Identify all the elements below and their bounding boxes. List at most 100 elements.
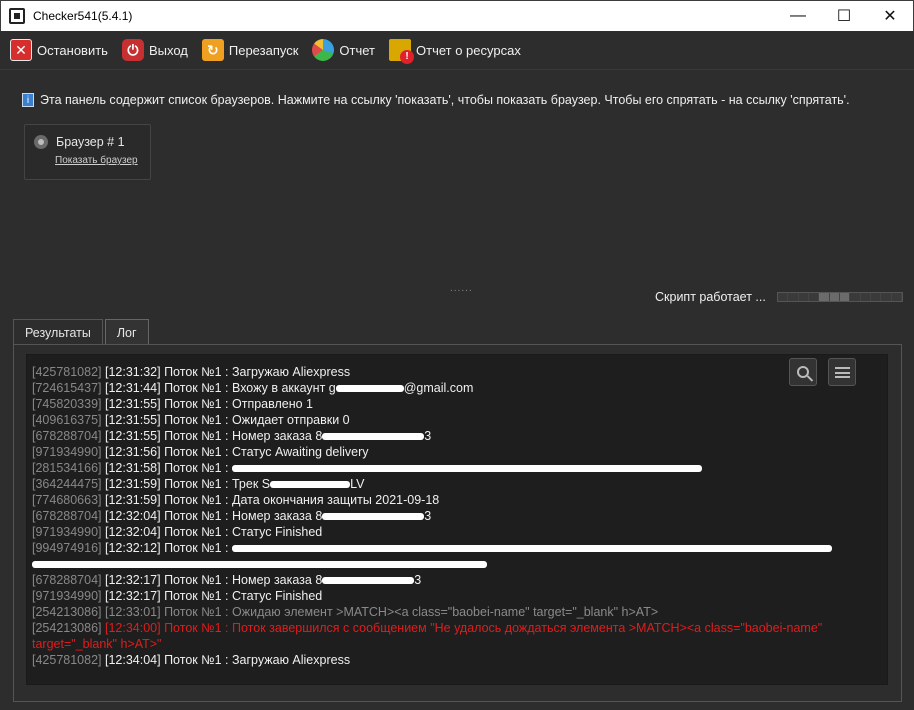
log-line: [774680663] [12:31:59] Поток №1 : Дата о… xyxy=(32,492,882,508)
progress-segment xyxy=(891,293,902,301)
script-progress-indicator xyxy=(777,292,903,302)
tab-results[interactable]: Результаты xyxy=(13,319,103,345)
log-line-text: [12:32:04] Поток №1 : Номер заказа 8 xyxy=(105,509,323,523)
panel-info: i Эта панель содержит список браузеров. … xyxy=(22,93,850,107)
tab-log[interactable]: Лог xyxy=(104,319,149,346)
log-line: [678288704] [12:32:17] Поток №1 : Номер … xyxy=(32,572,882,588)
restart-icon: ↻ xyxy=(201,39,224,61)
window-title: Checker541(5.4.1) xyxy=(33,9,133,23)
log-line-text: [12:32:04] Поток №1 : Статус Finished xyxy=(105,525,323,539)
log-line-text: [12:32:12] Поток №1 : xyxy=(105,541,232,555)
log-line-text: [12:31:59] Поток №1 : Дата окончания защ… xyxy=(105,493,440,507)
progress-segment xyxy=(819,293,830,301)
log-line-id: [425781082] xyxy=(32,653,105,667)
log-line-id: [678288704] xyxy=(32,429,105,443)
browser-card: Браузер # 1 Показать браузер xyxy=(24,124,151,180)
browser-name: Браузер # 1 xyxy=(56,135,125,149)
log-line-text: [12:31:55] Поток №1 : Номер заказа 8 xyxy=(105,429,323,443)
log-line-id: [254213086] xyxy=(32,605,105,619)
log-line-id: [971934990] xyxy=(32,589,105,603)
app-icon xyxy=(9,8,25,24)
log-line: [254213086] [12:33:01] Поток №1 : Ожидаю… xyxy=(32,604,882,620)
report-label: Отчет xyxy=(339,42,375,58)
log-line-tail: 3 xyxy=(414,573,422,587)
log-line: [425781082] [12:31:32] Поток №1 : Загруж… xyxy=(32,364,882,380)
show-browser-link[interactable]: Показать браузер xyxy=(55,155,150,166)
log-line: [281534166] [12:31:58] Поток №1 : xyxy=(32,460,882,476)
title-bar: Checker541(5.4.1) — ☐ ✕ xyxy=(0,0,914,31)
minimize-button[interactable]: — xyxy=(775,1,821,31)
log-line: [971934990] [12:32:04] Поток №1 : Статус… xyxy=(32,524,882,540)
stop-button[interactable]: ✕ Остановить xyxy=(10,39,108,61)
exit-label: Выход xyxy=(148,42,188,58)
warning-dot: ! xyxy=(400,50,414,64)
report-button[interactable]: Отчет xyxy=(312,39,375,61)
log-line: [724615437] [12:31:44] Поток №1 : Вхожу … xyxy=(32,380,882,396)
log-line-id: [364244475] xyxy=(32,477,105,491)
tab-bar: Результаты Лог xyxy=(13,319,151,346)
log-line-id: [678288704] xyxy=(32,573,105,587)
log-line: [745820339] [12:31:55] Поток №1 : Отправ… xyxy=(32,396,882,412)
log-search-button[interactable] xyxy=(789,358,817,386)
stop-label: Остановить xyxy=(37,42,108,58)
splitter-handle[interactable]: ...... xyxy=(450,283,473,294)
log-line: [971934990] [12:32:17] Поток №1 : Статус… xyxy=(32,588,882,604)
log-line-id: [281534166] xyxy=(32,461,105,475)
hamburger-menu-icon xyxy=(834,366,850,378)
search-icon xyxy=(797,366,809,378)
redaction xyxy=(232,545,832,553)
log-line-text: [12:31:55] Поток №1 : Ожидает отправки 0 xyxy=(105,413,350,427)
browser-icon xyxy=(34,135,48,149)
progress-segment xyxy=(860,293,871,301)
log-line-text: [12:32:17] Поток №1 : Статус Finished xyxy=(105,589,323,603)
close-button[interactable]: ✕ xyxy=(867,1,913,31)
resources-report-label: Отчет о ресурсах xyxy=(416,42,521,58)
log-line-text: [12:32:17] Поток №1 : Номер заказа 8 xyxy=(105,573,323,587)
log-line-id: [425781082] xyxy=(32,365,105,379)
log-line: [425781082] [12:34:04] Поток №1 : Загруж… xyxy=(32,652,882,668)
toolbar: ✕ Остановить ⏻ Выход ↻ Перезапуск Отчет … xyxy=(0,31,914,70)
log-line-text: [12:31:56] Поток №1 : Статус Awaiting de… xyxy=(105,445,369,459)
redaction xyxy=(270,481,351,489)
progress-segment xyxy=(839,293,851,301)
restart-button[interactable]: ↻ Перезапуск xyxy=(201,39,299,61)
log-line-id: [409616375] xyxy=(32,413,105,427)
power-icon: ⏻ xyxy=(121,39,144,61)
progress-segment xyxy=(798,293,809,301)
log-line-text: [12:31:58] Поток №1 : xyxy=(105,461,232,475)
log-line-text: [12:31:32] Поток №1 : Загружаю Aliexpres… xyxy=(105,365,351,379)
progress-segment xyxy=(778,293,789,301)
log-line-tail: @gmail.com xyxy=(403,381,474,395)
panel-info-text: Эта панель содержит список браузеров. На… xyxy=(40,93,850,107)
log-line-id: [971934990] xyxy=(32,525,105,539)
stop-icon: ✕ xyxy=(10,39,32,61)
redaction xyxy=(322,433,425,441)
resources-warning-icon: ! xyxy=(389,39,414,64)
window-controls: — ☐ ✕ xyxy=(775,1,913,31)
log-panel: [425781082] [12:31:32] Поток №1 : Загруж… xyxy=(13,344,902,702)
log-line-text: [12:31:44] Поток №1 : Вхожу в аккаунт g xyxy=(105,381,336,395)
redaction xyxy=(32,561,487,569)
progress-segment xyxy=(808,293,820,301)
info-icon: i xyxy=(22,93,34,107)
log-line-id: [254213086] xyxy=(32,621,105,635)
log-output[interactable]: [425781082] [12:31:32] Поток №1 : Загруж… xyxy=(26,354,888,685)
maximize-button[interactable]: ☐ xyxy=(821,1,867,31)
redaction xyxy=(232,465,702,473)
log-line-tail: 3 xyxy=(424,429,432,443)
log-line-id: [724615437] xyxy=(32,381,105,395)
log-line: [678288704] [12:32:04] Поток №1 : Номер … xyxy=(32,508,882,524)
progress-segment xyxy=(881,293,892,301)
restart-label: Перезапуск xyxy=(228,42,299,58)
log-menu-button[interactable] xyxy=(828,358,856,386)
log-line-id: [745820339] xyxy=(32,397,105,411)
log-line: [678288704] [12:31:55] Поток №1 : Номер … xyxy=(32,428,882,444)
resources-report-button[interactable]: ! Отчет о ресурсах xyxy=(389,39,521,64)
exit-button[interactable]: ⏻ Выход xyxy=(121,39,188,61)
log-line-text: [12:34:00] Поток №1 : Поток завершился с… xyxy=(32,621,823,651)
log-line: [364244475] [12:31:59] Поток №1 : Трек S… xyxy=(32,476,882,492)
redaction xyxy=(335,385,404,393)
progress-segment xyxy=(850,293,861,301)
log-line-text: [12:31:59] Поток №1 : Трек S xyxy=(105,477,271,491)
log-line-text: [12:34:04] Поток №1 : Загружаю Aliexpres… xyxy=(105,653,351,667)
